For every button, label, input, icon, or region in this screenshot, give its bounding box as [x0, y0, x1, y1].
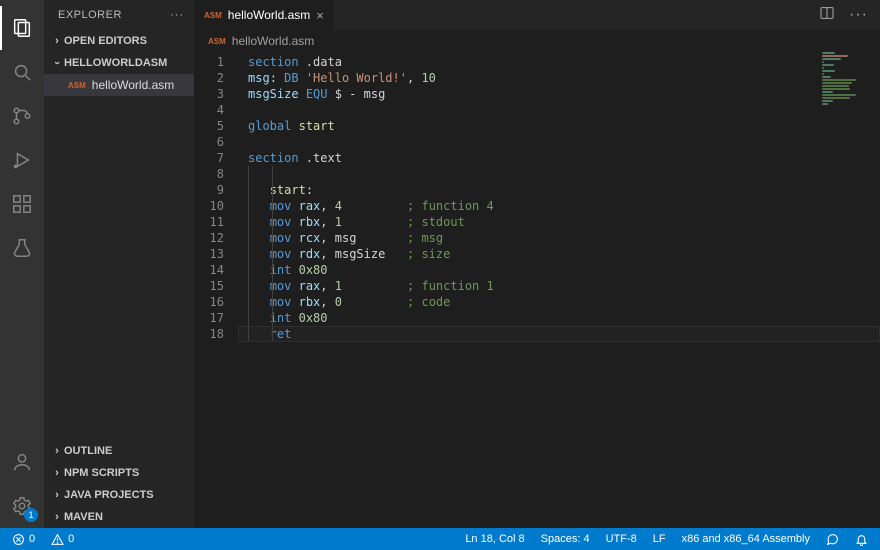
chevron-down-icon: › — [51, 56, 63, 70]
testing-icon[interactable] — [0, 226, 44, 270]
code-line[interactable] — [238, 102, 880, 118]
tab-file-name: helloWorld.asm — [228, 8, 310, 22]
code-line[interactable]: global start — [238, 118, 880, 134]
tab-bar: ASM helloWorld.asm × ··· — [194, 0, 880, 30]
search-icon[interactable] — [0, 50, 44, 94]
code-line[interactable]: mov rcx, msg ; msg — [238, 230, 880, 246]
explorer-icon[interactable] — [0, 6, 44, 50]
status-lncol[interactable]: Ln 18, Col 8 — [461, 533, 528, 545]
code-line[interactable]: section .data — [238, 54, 880, 70]
sidebar-title: EXPLORER — [58, 9, 122, 21]
code-line[interactable]: mov rax, 4 ; function 4 — [238, 198, 880, 214]
maven-section[interactable]: ›MAVEN — [44, 506, 194, 528]
explorer-sidebar: EXPLORER ··· › OPEN EDITORS › HELLOWORLD… — [44, 0, 194, 528]
source-control-icon[interactable] — [0, 94, 44, 138]
accounts-icon[interactable] — [0, 440, 44, 484]
chevron-right-icon: › — [50, 511, 64, 523]
java-projects-section[interactable]: ›JAVA PROJECTS — [44, 484, 194, 506]
code-line[interactable]: mov rbx, 0 ; code — [238, 294, 880, 310]
sidebar-title-row: EXPLORER ··· — [44, 0, 194, 30]
editor-area: ASM helloWorld.asm × ··· ASM helloWorld.… — [194, 0, 880, 528]
file-name: helloWorld.asm — [92, 78, 174, 92]
code-line[interactable] — [238, 166, 880, 182]
activity-bar: 1 — [0, 0, 44, 528]
code-line[interactable]: mov rbx, 1 ; stdout — [238, 214, 880, 230]
npm-scripts-section[interactable]: ›NPM SCRIPTS — [44, 462, 194, 484]
code-content[interactable]: section .datamsg: DB 'Hello World!', 10m… — [238, 52, 880, 528]
tab-file[interactable]: ASM helloWorld.asm × — [194, 0, 335, 30]
code-line[interactable]: msg: DB 'Hello World!', 10 — [238, 70, 880, 86]
breadcrumb-lang-tag: ASM — [208, 37, 226, 46]
chevron-right-icon: › — [50, 445, 64, 457]
breadcrumb-file: helloWorld.asm — [232, 34, 314, 48]
close-icon[interactable]: × — [316, 8, 324, 23]
breadcrumb[interactable]: ASM helloWorld.asm — [194, 30, 880, 52]
status-bar: 0 0 Ln 18, Col 8 Spaces: 4 UTF-8 LF x86 … — [0, 528, 880, 550]
sidebar-more-icon[interactable]: ··· — [170, 9, 184, 21]
settings-gear-icon[interactable]: 1 — [0, 484, 44, 528]
code-line[interactable]: ret — [238, 326, 880, 342]
status-language[interactable]: x86 and x86_64 Assembly — [678, 533, 814, 545]
code-line[interactable]: start: — [238, 182, 880, 198]
extensions-icon[interactable] — [0, 182, 44, 226]
open-editors-section[interactable]: › OPEN EDITORS — [44, 30, 194, 52]
code-line[interactable]: int 0x80 — [238, 262, 880, 278]
tab-lang-tag: ASM — [204, 11, 222, 20]
status-errors[interactable]: 0 — [8, 533, 39, 546]
editor-more-icon[interactable]: ··· — [849, 6, 868, 24]
feedback-icon[interactable] — [822, 533, 843, 546]
status-encoding[interactable]: UTF-8 — [602, 533, 641, 545]
code-line[interactable]: int 0x80 — [238, 310, 880, 326]
status-spaces[interactable]: Spaces: 4 — [537, 533, 594, 545]
outline-section[interactable]: ›OUTLINE — [44, 440, 194, 462]
chevron-right-icon: › — [50, 35, 64, 47]
split-editor-icon[interactable] — [819, 5, 835, 26]
file-item[interactable]: ASM helloWorld.asm — [44, 74, 194, 96]
file-lang-tag: ASM — [68, 81, 86, 90]
run-debug-icon[interactable] — [0, 138, 44, 182]
code-editor[interactable]: 123456789101112131415161718 section .dat… — [194, 52, 880, 528]
status-warnings[interactable]: 0 — [47, 533, 78, 546]
code-line[interactable]: mov rdx, msgSize ; size — [238, 246, 880, 262]
chevron-right-icon: › — [50, 489, 64, 501]
status-eol[interactable]: LF — [649, 533, 670, 545]
code-line[interactable]: msgSize EQU $ - msg — [238, 86, 880, 102]
code-line[interactable]: section .text — [238, 150, 880, 166]
notifications-icon[interactable] — [851, 533, 872, 546]
code-line[interactable]: mov rax, 1 ; function 1 — [238, 278, 880, 294]
settings-badge: 1 — [24, 508, 38, 522]
folder-section[interactable]: › HELLOWORLDASM — [44, 52, 194, 74]
chevron-right-icon: › — [50, 467, 64, 479]
code-line[interactable] — [238, 134, 880, 150]
line-gutter: 123456789101112131415161718 — [194, 52, 238, 528]
